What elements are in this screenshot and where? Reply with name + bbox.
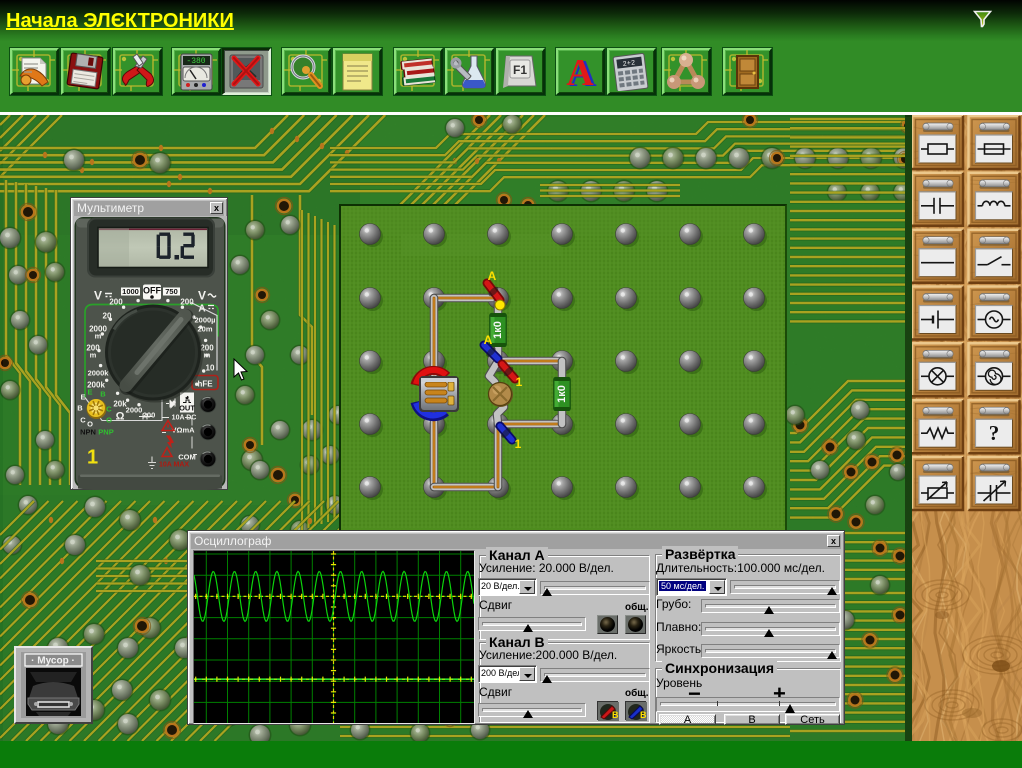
svg-text:2000k: 2000k bbox=[88, 369, 110, 378]
svg-text:COM: COM bbox=[178, 453, 196, 462]
svg-text:10A DC: 10A DC bbox=[172, 415, 197, 422]
svg-text:C: C bbox=[106, 405, 112, 414]
svg-text:B: B bbox=[612, 710, 619, 720]
svg-text:2000µ: 2000µ bbox=[194, 316, 215, 325]
svg-text:OUT: OUT bbox=[179, 404, 195, 413]
svg-text:10: 10 bbox=[206, 364, 215, 373]
svg-text:B: B bbox=[77, 404, 83, 413]
svg-text:1: 1 bbox=[515, 437, 522, 451]
svg-text:C: C bbox=[80, 416, 86, 425]
svg-text:200: 200 bbox=[143, 411, 156, 420]
svg-text:m: m bbox=[95, 332, 102, 341]
svg-text:1: 1 bbox=[516, 375, 523, 389]
svg-text:V: V bbox=[94, 289, 102, 303]
svg-text:200: 200 bbox=[180, 298, 194, 307]
svg-text:E: E bbox=[87, 388, 92, 397]
svg-text:E: E bbox=[80, 393, 85, 402]
svg-text:OFF: OFF bbox=[143, 286, 161, 296]
svg-text:-380: -380 bbox=[186, 57, 205, 66]
svg-text:Ω: Ω bbox=[116, 411, 125, 423]
svg-text:2000: 2000 bbox=[126, 406, 143, 415]
svg-text:1к0: 1к0 bbox=[556, 385, 568, 403]
svg-text:V: V bbox=[198, 289, 206, 303]
svg-text:m: m bbox=[90, 351, 97, 360]
svg-text:A: A bbox=[484, 333, 493, 347]
svg-text:PNP: PNP bbox=[98, 428, 113, 437]
svg-text:750: 750 bbox=[165, 287, 178, 296]
svg-text:A: A bbox=[488, 269, 497, 283]
svg-text:10A MAX: 10A MAX bbox=[159, 462, 189, 469]
svg-text:1к0: 1к0 bbox=[492, 321, 504, 339]
svg-text:· Мусор ·: · Мусор · bbox=[31, 656, 75, 667]
svg-text:F1: F1 bbox=[513, 63, 527, 77]
svg-text:2+2: 2+2 bbox=[622, 59, 635, 68]
svg-text:O: O bbox=[106, 416, 112, 425]
svg-text:B: B bbox=[640, 710, 647, 720]
svg-text:A: A bbox=[198, 304, 205, 315]
svg-text:hFE: hFE bbox=[197, 380, 213, 389]
svg-text:VΩmA: VΩmA bbox=[171, 426, 195, 435]
svg-text:1000: 1000 bbox=[122, 287, 139, 296]
svg-text:?: ? bbox=[989, 421, 1000, 445]
svg-text:1: 1 bbox=[87, 447, 98, 469]
svg-text:B: B bbox=[100, 390, 106, 399]
svg-text:200: 200 bbox=[109, 298, 123, 307]
svg-text:NPN: NPN bbox=[80, 428, 96, 437]
svg-text:A: A bbox=[566, 52, 594, 91]
